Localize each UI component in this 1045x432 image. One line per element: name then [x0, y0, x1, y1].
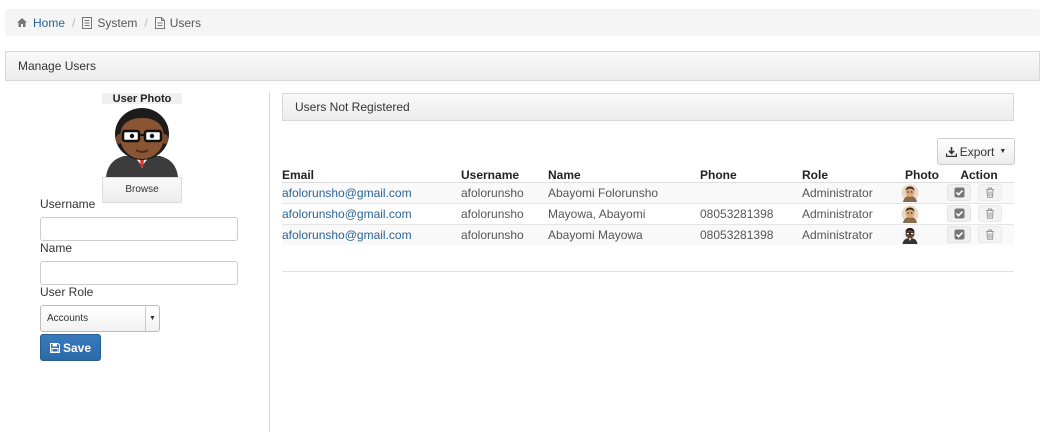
users-table: Email Username Name Phone Role Photo Act…: [282, 165, 1014, 245]
approve-checkbox-button[interactable]: [947, 226, 971, 244]
document-icon: [82, 16, 93, 29]
breadcrumb-home-link[interactable]: Home: [33, 16, 65, 30]
export-button-label: Export: [959, 144, 995, 159]
user-role-selected: Accounts: [47, 313, 89, 324]
browse-photo-button[interactable]: Browse: [102, 177, 182, 203]
row-phone: 08053281398: [700, 223, 802, 245]
save-button[interactable]: Save: [40, 334, 101, 361]
panel-title: Manage Users: [18, 59, 97, 73]
row-name: Abayomi Mayowa: [548, 223, 700, 245]
file-icon: [154, 16, 165, 29]
breadcrumb-separator: /: [144, 15, 148, 30]
manage-users-header: Manage Users: [5, 51, 1040, 81]
user-photo-avatar: [102, 104, 182, 177]
row-email-link[interactable]: afolorunsho@gmail.com: [282, 186, 412, 200]
row-role: Administrator: [802, 181, 900, 203]
name-label: Name: [40, 241, 73, 255]
trash-icon: [986, 229, 994, 241]
user-photo-box: User Photo Browse: [102, 93, 182, 203]
user-thumbnail-avatar: [901, 205, 919, 223]
users-panel-title: Users Not Registered: [295, 100, 410, 114]
delete-user-button[interactable]: [978, 184, 1002, 201]
column-header-action: Action: [944, 165, 1014, 183]
checkbox-icon: [954, 229, 964, 240]
row-phone: [700, 181, 802, 203]
table-row: afolorunsho@gmail.com afolorunsho Mayowa…: [282, 202, 1014, 224]
username-input[interactable]: [40, 217, 238, 241]
users-not-registered-header: Users Not Registered: [282, 93, 1014, 121]
row-name: Mayowa, Abayomi: [548, 202, 700, 224]
breadcrumb-users-label: Users: [169, 15, 202, 30]
user-role-select[interactable]: Accounts ▼: [40, 305, 160, 332]
home-icon: [17, 18, 27, 27]
table-row: afolorunsho@gmail.com afolorunsho Abayom…: [282, 223, 1014, 245]
breadcrumb-home[interactable]: Home: [16, 16, 65, 30]
table-row: afolorunsho@gmail.com afolorunsho Abayom…: [282, 181, 1014, 203]
row-role: Administrator: [802, 202, 900, 224]
export-button[interactable]: Export ▼: [937, 138, 1015, 165]
approve-checkbox-button[interactable]: [947, 205, 971, 222]
breadcrumb-users: Users: [154, 15, 202, 30]
breadcrumb-system-label: System: [97, 15, 138, 30]
row-email-link[interactable]: afolorunsho@gmail.com: [282, 228, 412, 242]
delete-user-button[interactable]: [978, 205, 1002, 222]
approve-checkbox-button[interactable]: [947, 184, 971, 201]
username-label: Username: [40, 197, 96, 211]
table-header-row: Email Username Name Phone Role Photo Act…: [282, 165, 1014, 183]
row-username: afolorunsho: [461, 202, 548, 224]
trash-icon: [986, 208, 994, 219]
column-divider: [269, 92, 270, 432]
name-input[interactable]: [40, 261, 238, 285]
user-photo-title: User Photo: [102, 93, 182, 105]
column-header-phone[interactable]: Phone: [700, 165, 802, 183]
column-header-email[interactable]: Email: [282, 165, 461, 183]
row-role: Administrator: [802, 223, 900, 245]
checkbox-icon: [954, 208, 964, 219]
breadcrumb: Home / System / Users: [5, 9, 1040, 36]
row-username: afolorunsho: [461, 223, 548, 245]
column-header-name[interactable]: Name: [548, 165, 700, 183]
user-thumbnail-avatar: [901, 226, 919, 244]
row-phone: 08053281398: [700, 202, 802, 224]
column-header-username[interactable]: Username: [461, 165, 548, 183]
column-header-role[interactable]: Role: [802, 165, 900, 183]
column-header-photo: Photo: [900, 165, 944, 183]
chevron-down-icon: ▼: [145, 306, 159, 331]
user-thumbnail-avatar: [901, 184, 919, 202]
breadcrumb-system[interactable]: System: [82, 16, 137, 30]
save-button-label: Save: [62, 340, 92, 355]
chevron-down-icon: ▼: [999, 148, 1007, 155]
trash-icon: [986, 187, 994, 198]
floppy-disk-icon: [49, 342, 60, 353]
row-name: Abayomi Folorunsho: [548, 181, 700, 203]
checkbox-icon: [954, 187, 964, 198]
row-username: afolorunsho: [461, 181, 548, 203]
user-role-label: User Role: [40, 285, 94, 299]
breadcrumb-separator: /: [72, 15, 76, 30]
delete-user-button[interactable]: [978, 226, 1002, 244]
download-icon: [945, 146, 957, 157]
user-form: User Photo Browse Username Name User Rol…: [0, 81, 268, 432]
row-email-link[interactable]: afolorunsho@gmail.com: [282, 207, 412, 221]
